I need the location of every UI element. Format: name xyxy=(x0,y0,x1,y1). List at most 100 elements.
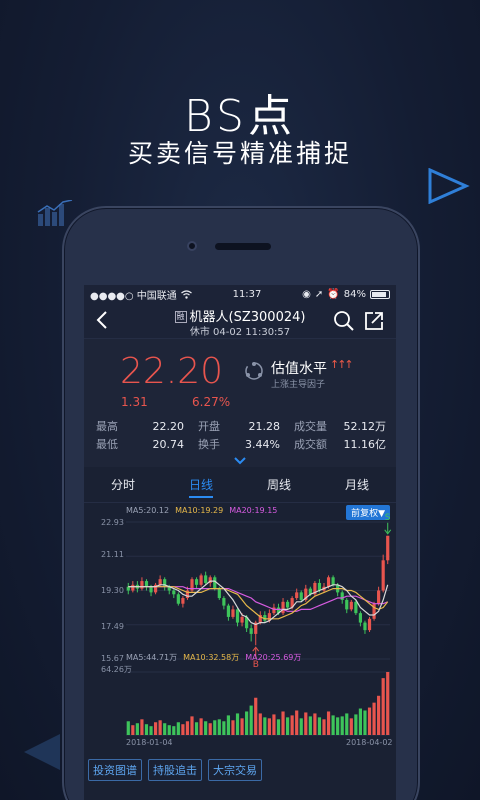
stats-grid: 最高 22.20 开盘 21.28 成交量 52.12万 最低 20.74 换手… xyxy=(96,417,386,453)
location-icon: ◉ xyxy=(302,288,311,300)
candle-body xyxy=(377,590,381,604)
volume-bar xyxy=(304,712,308,735)
volume-bar xyxy=(308,716,312,735)
candle-body xyxy=(181,598,185,604)
candle-body xyxy=(345,599,349,610)
candle-body xyxy=(281,601,285,614)
volume-bar xyxy=(331,715,335,735)
candle-body xyxy=(231,609,235,617)
tag-block-trade[interactable]: 大宗交易 xyxy=(208,759,262,781)
chevron-down-icon xyxy=(234,457,246,465)
candle-body xyxy=(367,618,372,631)
volume-bar xyxy=(199,718,203,735)
volume-bar xyxy=(263,717,267,735)
volume-bar xyxy=(281,711,285,735)
promo-subtitle: 买卖信号精准捕捉 xyxy=(127,139,352,168)
direction-icon: ➚ xyxy=(314,288,324,300)
stat-value-turnover: 3.44% xyxy=(245,437,280,451)
valuation-label[interactable]: 估值水平 xyxy=(271,358,327,378)
volume-bar xyxy=(367,707,372,735)
valuation-sublabel: 上涨主导因子 xyxy=(271,380,326,390)
stat-label-low: 最低 xyxy=(96,438,118,451)
stat-label-high: 最高 xyxy=(96,420,118,433)
candle-body xyxy=(149,586,153,593)
candle-body xyxy=(285,601,290,608)
volume-bar xyxy=(149,726,153,735)
nav-bar: 融机器人(SZ300024) 休市 04-02 11:30:57 xyxy=(84,303,396,339)
volume-bar xyxy=(345,713,349,735)
volume-bar xyxy=(354,714,358,735)
search-icon[interactable] xyxy=(333,310,355,332)
tab-weekly[interactable]: 周线 xyxy=(240,467,318,502)
vol-legend-ma10: MA10:32.58万 xyxy=(183,653,240,662)
status-bar: ●●●●○ 中国联通 11:37 ◉ ➚ ⏰ 84% xyxy=(84,285,396,303)
share-icon[interactable] xyxy=(363,310,385,332)
volume-bar xyxy=(126,721,130,735)
candle-body xyxy=(172,590,176,595)
vol-legend-ma5: MA5:44.71万 xyxy=(126,653,178,662)
tag-holding-chase[interactable]: 持股追击 xyxy=(148,759,202,781)
candle-body xyxy=(317,582,322,591)
volume-bar xyxy=(140,719,144,735)
kline-chart[interactable]: MA5:20.12 MA10:19.29 MA20:19.15 前复权▼ 22.… xyxy=(84,503,396,747)
wifi-icon xyxy=(180,289,192,299)
volume-bar xyxy=(231,720,235,735)
stat-value-low: 20.74 xyxy=(152,437,185,451)
x-end-label: 2018-04-02 xyxy=(346,738,393,747)
expand-toggle[interactable] xyxy=(84,455,396,467)
volume-bar xyxy=(190,716,194,735)
volume-legend: MA5:44.71万 MA10:32.58万 MA20:25.69万 xyxy=(126,652,301,663)
volume-bar xyxy=(167,725,171,735)
feature-tags: 投资图谱 持股追击 大宗交易 xyxy=(88,759,262,781)
volume-bar xyxy=(226,715,231,735)
candle-body xyxy=(176,594,180,604)
tab-intraday[interactable]: 分时 xyxy=(84,467,162,502)
stat-value-amount: 11.16亿 xyxy=(343,438,387,451)
volume-bar xyxy=(377,695,381,735)
stat-label-volume: 成交量 xyxy=(294,420,327,433)
volume-bar xyxy=(144,724,149,735)
candle-body xyxy=(386,535,390,561)
volume-bar xyxy=(254,697,258,735)
volume-bar xyxy=(240,718,244,735)
play-triangle-deco-icon xyxy=(428,168,470,204)
candle-body xyxy=(240,616,244,623)
candlestick-plot: SB xyxy=(126,513,392,736)
volume-bar xyxy=(272,714,276,735)
volume-bar xyxy=(381,678,385,735)
volume-bar xyxy=(181,724,185,735)
volume-bar xyxy=(185,721,190,735)
candle-body xyxy=(295,592,299,599)
tag-investment-map[interactable]: 投资图谱 xyxy=(88,759,142,781)
volume-bar xyxy=(386,672,390,735)
candle-body xyxy=(222,598,226,606)
candle-body xyxy=(144,581,149,587)
candle-body xyxy=(199,575,203,585)
volume-bar xyxy=(299,718,303,735)
volume-bar xyxy=(153,722,158,735)
volume-bar xyxy=(176,722,180,735)
volume-bar xyxy=(336,717,340,735)
price-change-percent: 6.27% xyxy=(192,395,231,409)
phone-camera xyxy=(187,241,197,251)
app-screen: ●●●●○ 中国联通 11:37 ◉ ➚ ⏰ 84% 融机器人(SZ300024… xyxy=(84,285,396,800)
current-price: 22.20 xyxy=(120,351,224,392)
tab-monthly[interactable]: 月线 xyxy=(318,467,396,502)
candle-body xyxy=(299,592,303,600)
volume-bar xyxy=(235,713,240,735)
period-tabs: 分时 日线 周线 月线 xyxy=(84,467,396,503)
candle-body xyxy=(140,581,144,589)
candle-body xyxy=(349,601,353,610)
candle-body xyxy=(213,577,217,589)
valuation-icon xyxy=(245,362,263,380)
volume-bar xyxy=(258,713,262,735)
margin-badge: 融 xyxy=(174,311,187,323)
volume-bar xyxy=(340,716,344,735)
stat-label-turnover: 换手 xyxy=(198,438,220,451)
volume-bar xyxy=(135,723,139,735)
tab-daily[interactable]: 日线 xyxy=(162,467,240,502)
status-time: 11:37 xyxy=(232,288,262,300)
stat-value-high: 22.20 xyxy=(152,419,185,433)
candle-body xyxy=(363,622,367,631)
volume-bar xyxy=(295,710,299,735)
